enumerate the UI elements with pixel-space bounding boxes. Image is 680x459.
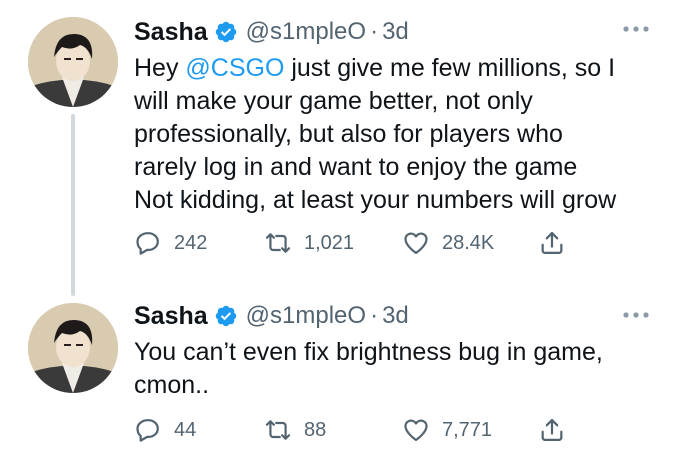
tweet-text-line: will make your game better, not only bbox=[134, 87, 533, 115]
tweet-text-line: professionally, but also for players who bbox=[134, 120, 563, 148]
tweet-text-line: Hey @CSGO just give me few millions, so … bbox=[134, 52, 674, 85]
more-options-icon[interactable] bbox=[622, 24, 650, 34]
tweet-text-line: You can’t even fix brightness bug in gam… bbox=[134, 338, 603, 366]
avatar[interactable] bbox=[28, 17, 118, 107]
text-segment: Hey bbox=[134, 54, 186, 82]
mention-link[interactable]: @CSGO bbox=[185, 54, 284, 82]
share-button[interactable] bbox=[538, 415, 566, 445]
avatar[interactable] bbox=[28, 303, 118, 393]
tweet-text-line: rarely log in and want to enjoy the game bbox=[134, 153, 578, 181]
author-handle[interactable]: @s1mpleO bbox=[246, 302, 366, 330]
reply-count: 242 bbox=[174, 231, 208, 254]
retweet-button[interactable]: 1,021 bbox=[264, 228, 354, 258]
like-button[interactable]: 7,771 bbox=[402, 415, 492, 445]
tweet-text-line: cmon.. bbox=[134, 371, 210, 399]
heart-icon bbox=[404, 232, 428, 255]
retweet-count: 1,021 bbox=[304, 231, 355, 254]
retweet-button[interactable]: 88 bbox=[264, 415, 326, 445]
separator-dot: · bbox=[370, 18, 379, 45]
reply-icon bbox=[136, 419, 159, 442]
avatar-image bbox=[28, 17, 118, 107]
verified-badge-icon bbox=[215, 305, 236, 327]
more-options-icon[interactable] bbox=[622, 310, 650, 320]
reply-count: 44 bbox=[174, 418, 197, 441]
tweet-text-line: Not kidding, at least your numbers will … bbox=[134, 186, 617, 214]
timestamp[interactable]: 3d bbox=[382, 18, 409, 46]
avatar-image bbox=[28, 303, 118, 393]
tweet-header: Sasha @s1mpleO · 3d bbox=[134, 12, 409, 52]
author-name[interactable]: Sasha bbox=[134, 302, 208, 331]
tweet-actions: 44 88 7,771 bbox=[134, 415, 614, 445]
reply-button[interactable]: 44 bbox=[134, 415, 196, 445]
retweet-icon bbox=[265, 233, 291, 253]
tweet-text: Hey @CSGO just give me few millions, so … bbox=[134, 52, 674, 217]
author-handle[interactable]: @s1mpleO bbox=[246, 18, 366, 46]
reply-button[interactable]: 242 bbox=[134, 228, 207, 258]
like-button[interactable]: 28.4K bbox=[402, 228, 494, 258]
tweet-actions: 242 1,021 28.4K bbox=[134, 228, 614, 258]
like-count: 7,771 bbox=[442, 418, 493, 441]
author-name[interactable]: Sasha bbox=[134, 18, 208, 47]
share-button[interactable] bbox=[538, 228, 566, 258]
retweet-count: 88 bbox=[304, 418, 327, 441]
reply-icon bbox=[136, 232, 159, 255]
like-count: 28.4K bbox=[442, 231, 495, 254]
text-segment: just give me few millions, so I bbox=[284, 54, 616, 82]
tweet-header: Sasha @s1mpleO · 3d bbox=[134, 296, 409, 336]
tweet[interactable]: Sasha @s1mpleO · 3d You can’t even fix b… bbox=[0, 292, 680, 459]
verified-badge-icon bbox=[215, 21, 236, 43]
timestamp[interactable]: 3d bbox=[382, 302, 409, 330]
share-icon bbox=[541, 418, 563, 442]
retweet-icon bbox=[265, 420, 291, 440]
tweet[interactable]: Sasha @s1mpleO · 3d Hey @CSGO just give … bbox=[0, 0, 680, 290]
separator-dot: · bbox=[370, 302, 379, 329]
tweet-text: You can’t even fix brightness bug in gam… bbox=[134, 336, 674, 402]
share-icon bbox=[541, 231, 563, 255]
heart-icon bbox=[404, 419, 428, 442]
